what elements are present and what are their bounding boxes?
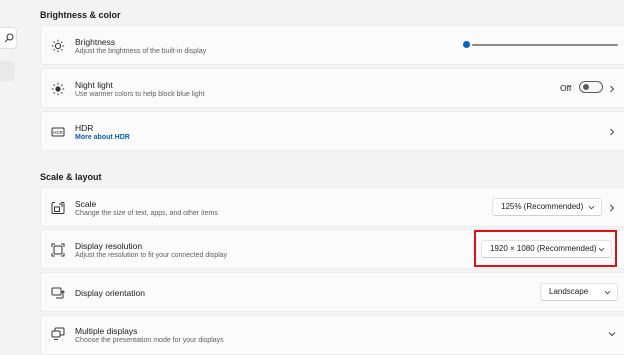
night-light-state: Off — [560, 83, 572, 93]
night-light-icon — [51, 82, 65, 96]
chevron-down-icon — [604, 290, 611, 295]
brightness-slider[interactable] — [472, 44, 618, 46]
night-light-toggle[interactable] — [579, 81, 603, 93]
navigation-pane — [0, 0, 18, 355]
search-box[interactable] — [0, 27, 17, 49]
section-title-scale-layout: Scale & layout — [40, 172, 102, 182]
scale-dropdown-value: 125% (Recommended) — [501, 202, 584, 211]
night-light-title: Night light — [75, 80, 113, 90]
multiple-displays-subtitle: Choose the presentation mode for your di… — [75, 337, 224, 344]
brightness-title: Brightness — [75, 37, 116, 47]
sun-icon — [51, 39, 65, 53]
multiple-displays-icon — [51, 327, 65, 340]
chevron-right-icon — [610, 128, 615, 136]
search-icon — [4, 33, 14, 43]
scale-icon — [51, 202, 65, 214]
night-light-subtitle: Use warmer colors to help block blue lig… — [75, 91, 205, 98]
chevron-right-icon — [610, 85, 615, 93]
display-orientation-card[interactable]: Display orientation — [40, 272, 624, 312]
hdr-icon: HDR — [51, 127, 65, 137]
hdr-title: HDR — [75, 123, 94, 133]
hdr-link[interactable]: More about HDR — [75, 134, 130, 141]
nav-item-selected[interactable] — [0, 61, 15, 81]
resolution-icon — [51, 243, 65, 257]
brightness-slider-thumb[interactable] — [463, 41, 470, 48]
display-orientation-value: Landscape — [549, 287, 589, 296]
multiple-displays-card[interactable]: Multiple displays Choose the presentatio… — [40, 315, 624, 355]
display-orientation-dropdown[interactable]: Landscape — [540, 283, 618, 301]
resolution-highlight-box — [474, 230, 617, 267]
svg-text:HDR: HDR — [53, 130, 63, 135]
hdr-card[interactable]: HDR HDR More about HDR — [40, 111, 624, 151]
orientation-icon — [51, 287, 65, 299]
section-title-brightness-color: Brightness & color — [40, 10, 121, 20]
toggle-knob — [583, 84, 589, 90]
display-resolution-subtitle: Adjust the resolution to fit your connec… — [75, 252, 228, 259]
display-orientation-title: Display orientation — [75, 288, 145, 298]
chevron-down-icon[interactable] — [608, 330, 616, 338]
scale-title: Scale — [75, 199, 97, 209]
scale-dropdown[interactable]: 125% (Recommended) — [492, 198, 602, 216]
scale-subtitle: Change the size of text, apps, and other… — [75, 210, 218, 217]
chevron-right-icon — [610, 204, 615, 212]
night-light-card[interactable]: Night light Use warmer colors to help bl… — [40, 68, 624, 108]
brightness-subtitle: Adjust the brightness of the built-in di… — [75, 48, 207, 55]
display-resolution-title: Display resolution — [75, 241, 143, 251]
multiple-displays-title: Multiple displays — [75, 326, 138, 336]
chevron-down-icon — [588, 205, 595, 210]
